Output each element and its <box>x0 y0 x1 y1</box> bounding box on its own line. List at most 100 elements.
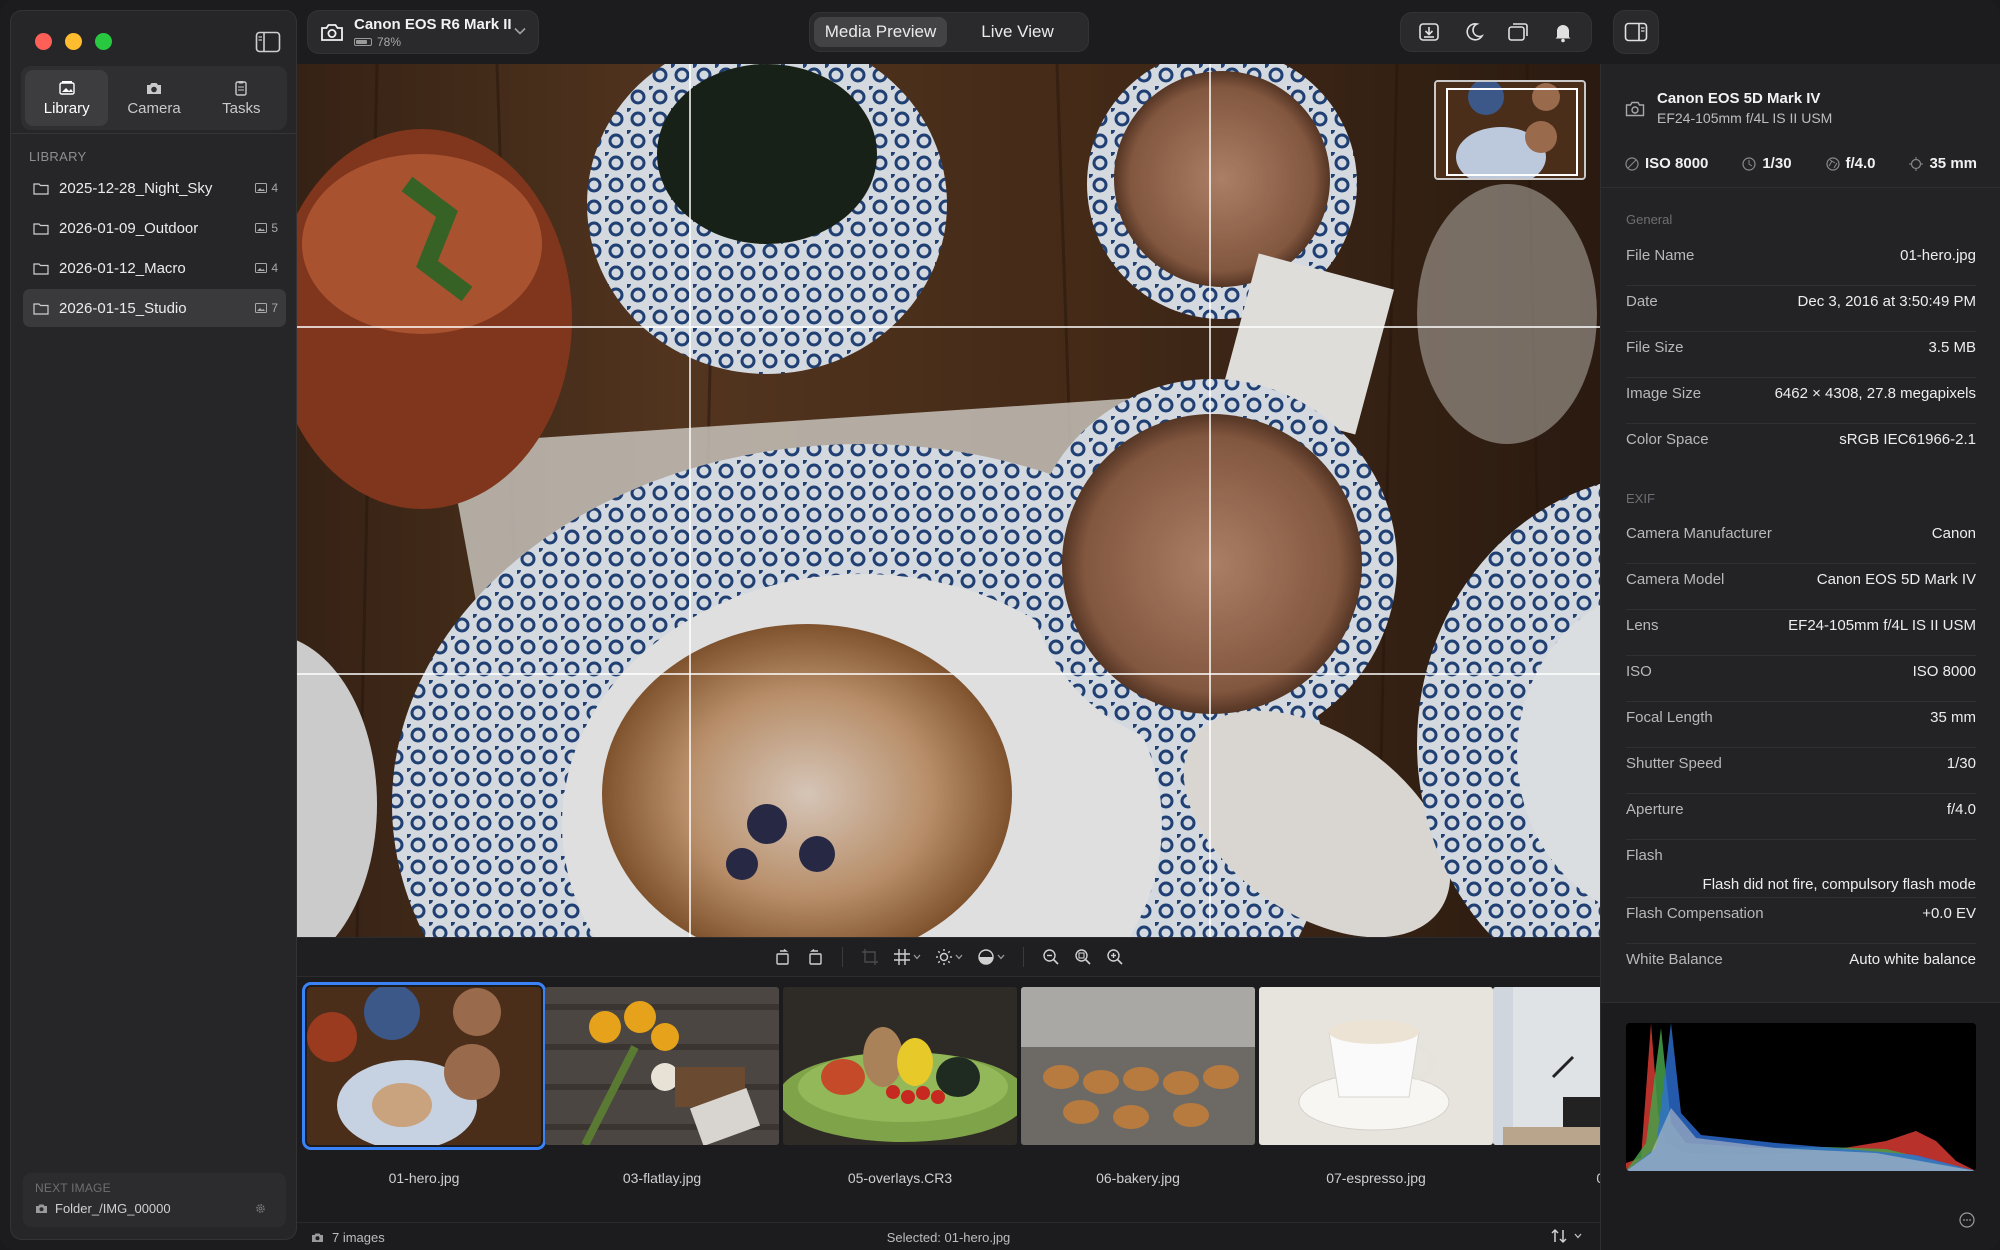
battery-icon <box>354 37 372 46</box>
inspector-toggle-icon <box>1624 22 1648 42</box>
zoom-in-icon[interactable] <box>1106 948 1124 966</box>
camera-icon <box>321 24 343 41</box>
iso-chip: ISO 8000 <box>1625 155 1708 172</box>
filmstrip-item[interactable]: 07-espresso.jpg <box>1259 987 1493 1186</box>
close-window-button[interactable] <box>35 33 52 50</box>
filmstrip-item[interactable]: 05-overlays.CR3 <box>783 987 1017 1186</box>
filmstrip-item-selected[interactable]: 01-hero.jpg <box>302 982 546 1186</box>
folder-item[interactable]: 2026-01-12_Macro 4 <box>23 249 286 287</box>
inspector-toggle-button[interactable] <box>1613 10 1659 54</box>
next-image-panel: NEXT IMAGE Folder_/IMG_00000 <box>23 1173 286 1227</box>
navigator-minimap[interactable] <box>1434 80 1586 180</box>
contrast-menu[interactable] <box>977 948 1005 966</box>
focus-icon <box>1909 156 1924 171</box>
app-window: Library Camera Tasks LIBRARY 2025-12-28_… <box>0 0 2000 1250</box>
zoom-fit-icon[interactable] <box>1074 948 1092 966</box>
bell-icon[interactable] <box>1552 21 1574 43</box>
filmstrip-item[interactable]: 06-bakery.jpg <box>1021 987 1255 1186</box>
inspector-row-divider <box>1626 655 1976 656</box>
folder-count: 4 <box>255 261 278 275</box>
folder-icon <box>33 222 49 235</box>
inspector-row-divider <box>1626 943 1976 944</box>
thumbnail <box>1021 987 1255 1145</box>
thumbnail-label: 01-hero.jpg <box>388 1170 460 1186</box>
import-icon[interactable] <box>1418 21 1440 43</box>
folder-item[interactable]: 2026-01-09_Outdoor 5 <box>23 209 286 247</box>
camera-icon <box>146 82 161 94</box>
tab-tasks[interactable]: Tasks <box>200 70 283 126</box>
inspector-row-divider <box>1626 423 1976 424</box>
grid-line-vertical <box>1209 64 1211 937</box>
inspector-row-key: Camera Manufacturer <box>1626 525 1772 542</box>
sidebar: Library Camera Tasks LIBRARY 2025-12-28_… <box>10 10 298 1240</box>
inspector-row: Date Dec 3, 2016 at 3:50:49 PM <box>1626 293 1976 310</box>
image-count-icon <box>255 223 268 233</box>
image-viewer[interactable] <box>297 64 1600 937</box>
thumbnail <box>545 987 779 1145</box>
inspector-row-value: ISO 8000 <box>1912 663 1976 680</box>
folder-name: 2026-01-15_Studio <box>59 299 187 317</box>
thumbnail-image <box>1493 987 1600 1145</box>
inspector-row-divider <box>1626 793 1976 794</box>
exposure-menu[interactable] <box>935 948 963 966</box>
inspector-row: White Balance Auto white balance <box>1626 951 1976 968</box>
minimap-viewport[interactable] <box>1446 88 1578 176</box>
inspector-row-value: 1/30 <box>1946 755 1976 772</box>
inspector-row-value: 3.5 MB <box>1928 339 1976 356</box>
inspector-row: Flash Flash did not fire, compulsory flas… <box>1626 847 1976 893</box>
tab-library[interactable]: Library <box>25 70 109 126</box>
timer-icon <box>1742 156 1756 171</box>
thumbnail <box>783 987 1017 1145</box>
inspector-row-value: Canon <box>1931 525 1976 542</box>
inspector-row: Camera Manufacturer Canon <box>1626 525 1976 542</box>
sidebar-toggle-icon[interactable] <box>255 31 281 53</box>
media-preview-button[interactable]: Media Preview <box>814 17 947 47</box>
camera-small-icon <box>36 1204 47 1213</box>
sort-menu-button[interactable] <box>1550 1228 1582 1244</box>
zoom-window-button[interactable] <box>95 33 112 50</box>
gear-icon[interactable] <box>254 1203 267 1214</box>
chevron-down-icon <box>955 954 962 960</box>
folder-count-value: 5 <box>271 221 278 235</box>
clipboard-icon <box>235 80 248 96</box>
folder-count-value: 4 <box>271 261 278 275</box>
live-view-button[interactable]: Live View <box>951 17 1084 47</box>
inspector-row-value: 35 mm <box>1930 709 1976 726</box>
folder-count: 4 <box>255 181 278 195</box>
inspector-row-divider <box>1626 701 1976 702</box>
histogram-panel <box>1601 1002 2000 1250</box>
windows-icon[interactable] <box>1507 21 1529 43</box>
grid-overlay-menu[interactable] <box>893 948 921 966</box>
image-count-icon <box>255 263 268 273</box>
inspector-row: Flash Compensation +0.0 EV <box>1626 905 1976 922</box>
inspector-row-divider <box>1626 897 1976 898</box>
inspector-row-value: f/4.0 <box>1946 801 1976 818</box>
thumbnail-image <box>307 987 541 1145</box>
folder-item[interactable]: 2025-12-28_Night_Sky 4 <box>23 169 286 207</box>
exposure-summary: ISO 8000 1/30 f/4.0 35 mm <box>1625 155 1977 172</box>
inspector-row: Lens EF24-105mm f/4L IS II USM <box>1626 617 1976 634</box>
more-options-icon[interactable] <box>1959 1212 1975 1228</box>
rotate-left-icon[interactable] <box>774 948 792 966</box>
inspector-row-divider <box>1626 331 1976 332</box>
filmstrip-item[interactable]: 03-flatlay.jpg <box>545 987 779 1186</box>
tab-camera[interactable]: Camera <box>112 70 195 126</box>
moon-icon[interactable] <box>1463 21 1485 43</box>
photo-stack-icon <box>58 80 75 95</box>
battery-level: 78% <box>377 34 402 49</box>
focal-value: 35 mm <box>1929 155 1977 172</box>
filmstrip-item[interactable]: 09-c <box>1493 987 1600 1186</box>
folder-item-selected[interactable]: 2026-01-15_Studio 7 <box>23 289 286 327</box>
inspector-row: Color Space sRGB IEC61966-2.1 <box>1626 431 1976 448</box>
inspector-row-divider <box>1626 609 1976 610</box>
aperture-value: f/4.0 <box>1845 155 1876 172</box>
folder-name: 2026-01-09_Outdoor <box>59 219 199 237</box>
inspector-row-key: Image Size <box>1626 385 1702 402</box>
camera-selector[interactable]: Canon EOS R6 Mark II 78% <box>307 10 539 54</box>
minimize-window-button[interactable] <box>65 33 82 50</box>
folder-count-value: 4 <box>271 181 278 195</box>
inspector-lens: EF24-105mm f/4L IS II USM <box>1657 110 1833 126</box>
rotate-right-icon[interactable] <box>806 948 824 966</box>
zoom-out-icon[interactable] <box>1042 948 1060 966</box>
folder-count: 7 <box>255 301 278 315</box>
